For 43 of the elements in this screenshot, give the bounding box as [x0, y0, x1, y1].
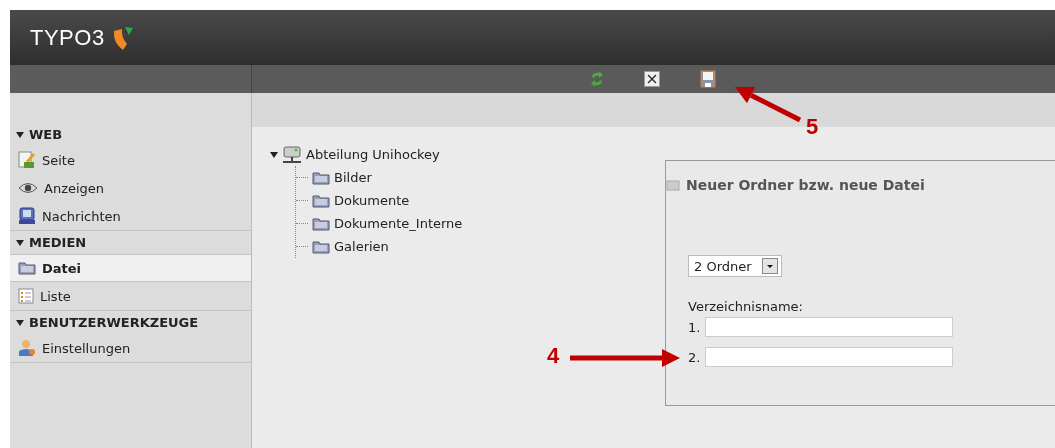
annotation-arrow [735, 87, 802, 123]
expand-triangle-icon[interactable] [270, 150, 278, 159]
sidebar-item[interactable]: Anzeigen [10, 174, 251, 202]
folder-label[interactable]: Galerien [334, 239, 389, 254]
close-icon[interactable] [644, 71, 660, 87]
field-number: 2. [688, 349, 701, 365]
sidebar-item[interactable]: Nachrichten [10, 202, 251, 230]
sidebar-item[interactable]: Einstellungen [10, 334, 251, 362]
annotation-number: 4 [547, 343, 560, 369]
folder-icon [312, 170, 330, 185]
group-heading[interactable]: WEB [29, 127, 63, 142]
folder-label[interactable]: Bilder [334, 170, 372, 185]
folder-icon [312, 193, 330, 208]
logo-text: TYPO3 [30, 24, 105, 51]
group-heading[interactable]: MEDIEN [29, 235, 87, 250]
folder-icon [312, 239, 330, 254]
field-label: Verzeichnisname: [688, 299, 804, 314]
expand-triangle-icon[interactable] [16, 130, 24, 139]
annotation-number: 5 [806, 114, 819, 140]
field-number: 1. [688, 319, 701, 335]
server-icon [281, 145, 303, 164]
list-icon [18, 288, 34, 304]
folder-icon [312, 216, 330, 231]
folder-name-field[interactable] [705, 347, 954, 367]
count-dropdown[interactable]: 2 Ordner [688, 255, 782, 277]
folder-label[interactable]: Dokumente_Interne [334, 216, 463, 231]
expand-triangle-icon[interactable] [16, 318, 24, 327]
sidebar-item[interactable]: Seite [10, 146, 251, 174]
folder-label[interactable]: Dokumente [334, 193, 410, 208]
panel-title: Neuer Ordner bzw. neue Datei [686, 177, 925, 193]
group-heading[interactable]: BENUTZERWERKZEUGE [29, 315, 199, 330]
eye-icon [18, 182, 38, 194]
sidebar-item[interactable]: Liste [10, 282, 251, 310]
user-settings-icon [18, 339, 36, 357]
monitor-icon [18, 207, 36, 225]
folder-icon [18, 261, 36, 275]
folder-name-field[interactable] [705, 317, 954, 337]
sidebar-item[interactable]: Datei [10, 254, 251, 282]
panel-icon [666, 179, 680, 191]
expand-triangle-icon[interactable] [16, 238, 24, 247]
save-icon[interactable] [700, 70, 716, 88]
tree-node-label[interactable]: Abteilung Unihockey [306, 147, 440, 162]
page-edit-icon [18, 151, 36, 169]
